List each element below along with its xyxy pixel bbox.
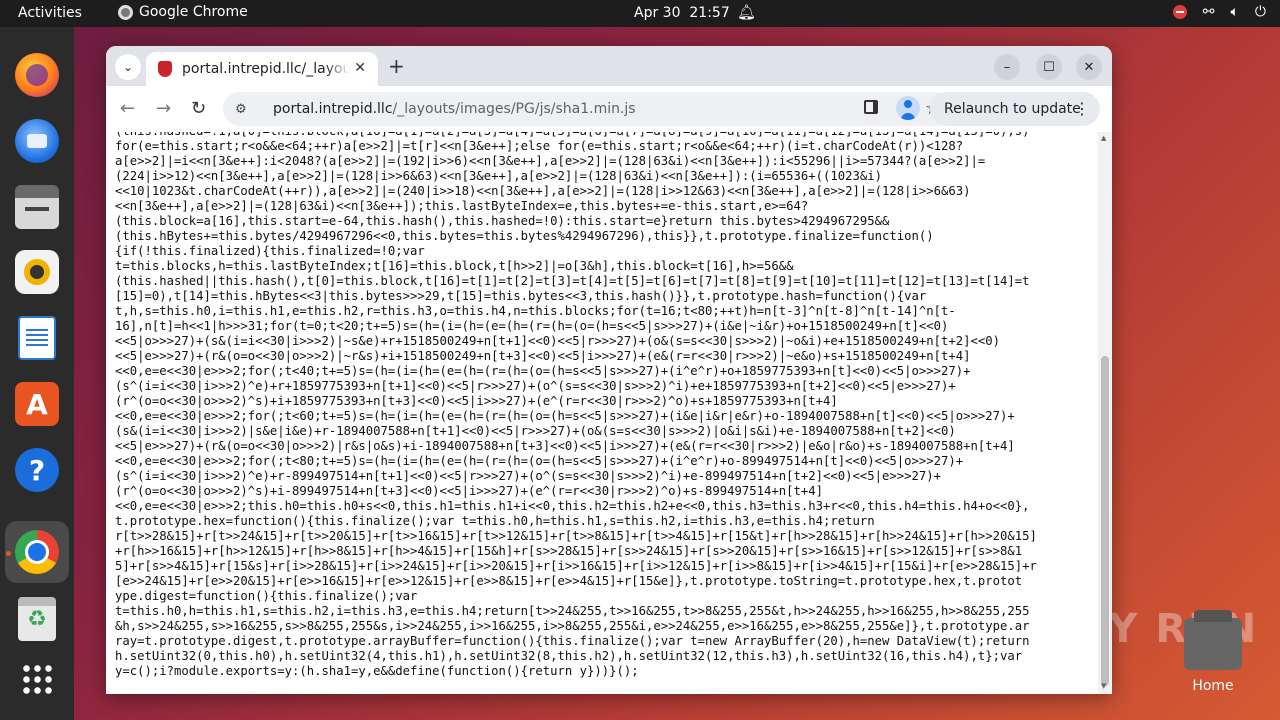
volume-icon: 🔈︎ bbox=[1230, 4, 1239, 20]
maximize-icon[interactable]: ☐ bbox=[1036, 54, 1062, 80]
chrome-window: ⌄ portal.intrepid.llc/_layouts/images/PG… bbox=[106, 46, 1112, 694]
site-info-icon[interactable]: ⚙ bbox=[235, 102, 257, 117]
address-bar[interactable]: ⚙ portal.intrepid.llc/_layouts/images/PG… bbox=[223, 92, 953, 126]
help-icon[interactable]: ? bbox=[15, 448, 59, 492]
scroll-down-arrow-icon[interactable]: ▼ bbox=[1101, 682, 1106, 690]
clock-date: Apr 30 bbox=[634, 5, 681, 21]
chrome-icon bbox=[118, 4, 133, 20]
reload-icon[interactable]: ↻ bbox=[191, 98, 206, 119]
thunderbird-icon[interactable] bbox=[15, 119, 59, 163]
vertical-scrollbar[interactable]: ▲ ▼ bbox=[1098, 132, 1112, 694]
power-icon: ⏻ bbox=[1254, 4, 1266, 20]
minimize-icon[interactable]: – bbox=[994, 54, 1020, 80]
tab-active[interactable]: portal.intrepid.llc/_layouts/images/PG/j… bbox=[146, 52, 378, 86]
firefox-icon[interactable] bbox=[15, 53, 59, 97]
activities-button[interactable]: Activities bbox=[18, 5, 82, 21]
page-content: (this.hashed=!1,a[0]=this.block,a[16]=a[… bbox=[106, 132, 1112, 694]
tab-search-chevron-icon[interactable]: ⌄ bbox=[115, 54, 141, 80]
tab-strip: ⌄ portal.intrepid.llc/_layouts/images/PG… bbox=[106, 46, 1112, 86]
back-arrow-icon[interactable]: ← bbox=[120, 98, 135, 119]
notification-bell-icon[interactable]: 🔔︎ bbox=[737, 3, 756, 21]
app-center-icon[interactable]: A bbox=[15, 382, 59, 426]
home-folder-icon[interactable] bbox=[1184, 610, 1242, 670]
rhythmbox-icon[interactable] bbox=[15, 250, 59, 294]
close-window-icon[interactable]: ✕ bbox=[1076, 54, 1102, 80]
dock: A ? ♻ bbox=[0, 27, 74, 720]
relaunch-label: Relaunch to update bbox=[944, 101, 1081, 117]
home-folder-label: Home bbox=[1192, 678, 1234, 694]
relaunch-update-button[interactable]: Relaunch to update ⋮ bbox=[930, 92, 1100, 126]
running-indicator bbox=[6, 551, 11, 556]
writer-icon[interactable] bbox=[18, 316, 56, 360]
clock[interactable]: Apr 30 21:57 bbox=[634, 5, 730, 21]
system-tray[interactable]: ⚯ 🔈︎ ⏻ bbox=[1172, 4, 1266, 20]
do-not-disturb-icon[interactable] bbox=[1172, 5, 1187, 19]
more-menu-icon[interactable]: ⋮ bbox=[1074, 99, 1090, 118]
side-panel-icon[interactable] bbox=[864, 100, 878, 114]
forward-arrow-icon[interactable]: → bbox=[156, 98, 171, 119]
files-icon[interactable] bbox=[15, 185, 59, 229]
top-bar: Activities Google Chrome Apr 30 21:57 🔔︎… bbox=[0, 0, 1280, 27]
app-name: Google Chrome bbox=[139, 4, 248, 20]
google-chrome-icon[interactable] bbox=[15, 530, 59, 574]
url-text: portal.intrepid.llc/_layouts/images/PG/j… bbox=[273, 101, 636, 117]
scroll-up-arrow-icon[interactable]: ▲ bbox=[1101, 134, 1106, 142]
app-menu[interactable]: Google Chrome bbox=[118, 4, 248, 20]
url-host: portal.intrepid.llc bbox=[273, 101, 393, 117]
site-favicon-icon bbox=[158, 61, 172, 77]
clock-time: 21:57 bbox=[689, 5, 730, 21]
scrollbar-thumb[interactable] bbox=[1101, 356, 1109, 686]
trash-icon[interactable]: ♻ bbox=[18, 597, 56, 641]
source-code-text: (this.hashed=!1,a[0]=this.block,a[16]=a[… bbox=[115, 132, 1037, 678]
network-icon: ⚯ bbox=[1202, 4, 1215, 20]
url-path: /_layouts/images/PG/js/sha1.min.js bbox=[392, 101, 636, 117]
show-apps-icon[interactable] bbox=[21, 663, 53, 695]
tab-title: portal.intrepid.llc/_layouts/images/PG/j… bbox=[182, 61, 350, 77]
new-tab-icon[interactable]: + bbox=[388, 54, 405, 78]
profile-avatar-icon[interactable] bbox=[896, 96, 920, 120]
toolbar: ← → ↻ ⚙ portal.intrepid.llc/_layouts/ima… bbox=[106, 86, 1112, 132]
close-tab-icon[interactable]: ✕ bbox=[354, 60, 366, 76]
